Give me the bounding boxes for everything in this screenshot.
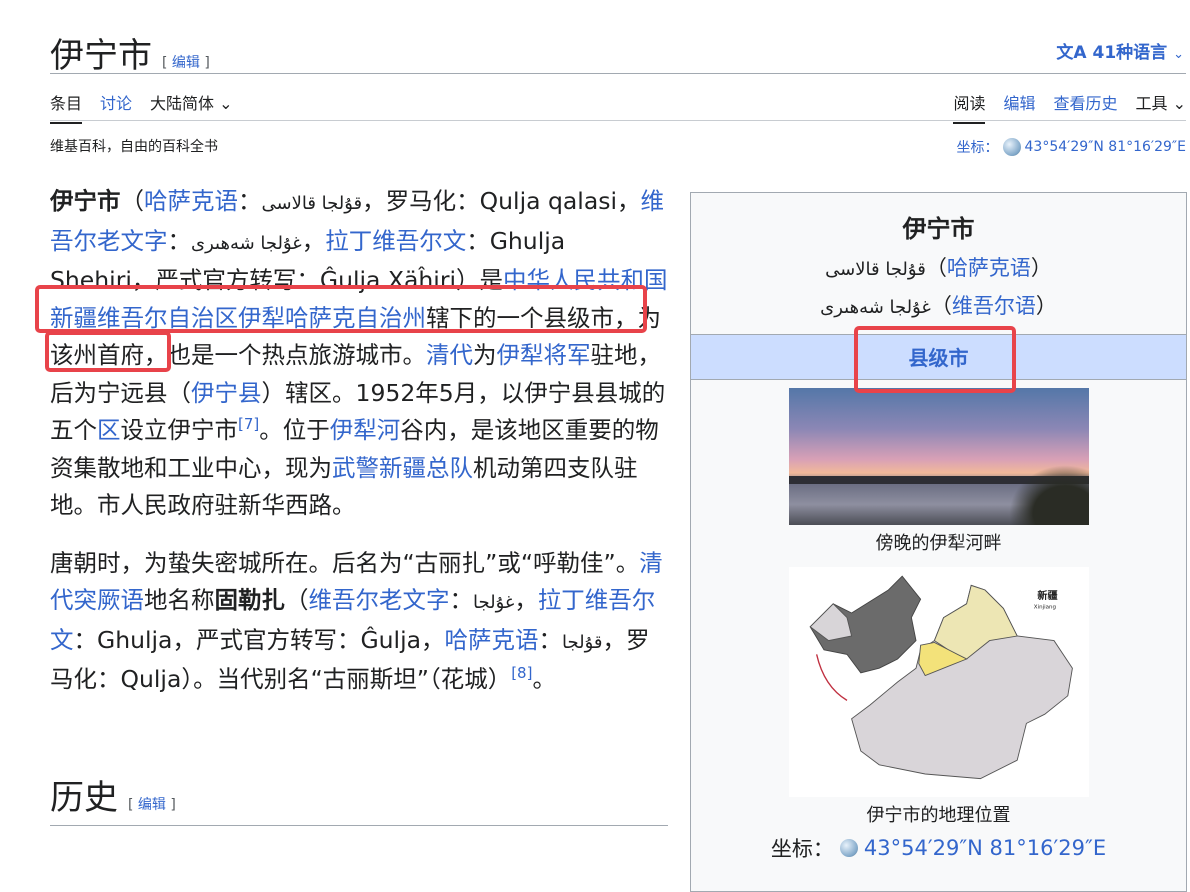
wiki-link[interactable]: 哈萨克语 — [144, 187, 238, 215]
reference-link[interactable]: [8] — [511, 664, 532, 682]
coordinates-link[interactable]: 坐标： 43°54′29″N 81°16′29″E — [957, 137, 1186, 157]
text: （ — [285, 586, 309, 614]
wiki-link[interactable]: 伊宁县 — [191, 379, 262, 407]
text: 设立伊宁市 — [120, 416, 239, 444]
infobox: 伊宁市 قۇلجا قالاسى（哈萨克语） غۇلجا شەھىرى（维吾尔语… — [690, 192, 1187, 892]
bold-text: 伊宁市 — [50, 187, 121, 215]
map-label-en: Xinjiang — [1033, 604, 1055, 610]
text: ， — [301, 226, 326, 255]
text: （ — [120, 187, 145, 215]
uyghur-link[interactable]: 维吾尔语 — [952, 294, 1036, 318]
variant-dropdown[interactable]: 大陆简体 ⌄ — [150, 90, 233, 124]
wiki-link[interactable]: 哈萨克语 — [445, 626, 539, 654]
tagline: 维基百科，自由的百科全书 — [50, 139, 218, 155]
kazakh-link[interactable]: 哈萨克语 — [947, 256, 1031, 280]
arabic-script-text: قۇلجا — [562, 631, 603, 653]
wiki-link[interactable]: 区 — [97, 416, 121, 444]
arabic-script-text: قۇلجا قالاسى — [261, 193, 363, 214]
name-paragraph: 唐朝时，为蛰失密城所在。后名为“古丽扎”或“呼勒佳”。清代突厥语地名称固勒扎（维… — [50, 545, 670, 699]
arabic-script-text: غۇلجا شەھىرى — [191, 232, 302, 254]
tab-talk[interactable]: 讨论 — [100, 90, 132, 124]
tab-article[interactable]: 条目 — [50, 90, 83, 124]
photo-caption: 傍晚的伊犁河畔 — [875, 533, 1002, 554]
reference-link[interactable]: [7] — [238, 415, 259, 433]
article-body: 伊宁市（哈萨克语：قۇلجا قالاسى，罗马化：Qulja qalasi，维… — [50, 183, 670, 719]
text: ： — [538, 625, 563, 654]
infobox-coordinates: 坐标： 43°54′29″N 81°16′29″E — [770, 836, 1107, 861]
infobox-kazakh-name: قۇلجا قالاسى（哈萨克语） — [825, 256, 1052, 280]
text: 。 — [532, 665, 556, 693]
tab-history[interactable]: 查看历史 — [1053, 90, 1117, 124]
text: ， — [514, 586, 538, 614]
chevron-down-icon: ⌄ — [1172, 94, 1186, 113]
map-caption: 伊宁市的地理位置 — [866, 805, 1011, 826]
wiki-link[interactable]: 维吾尔老文字 — [309, 586, 450, 614]
infobox-uyghur-name: غۇلجا شەھىرى（维吾尔语） — [820, 294, 1057, 318]
text: 地名称 — [144, 586, 215, 614]
text: 唐朝时，为蛰失密城所在。后名为“古丽扎”或“呼勒佳”。 — [50, 548, 640, 577]
globe-icon — [839, 839, 858, 857]
text: ： — [167, 226, 192, 255]
wiki-link[interactable]: 清代 — [426, 341, 473, 369]
tab-edit[interactable]: 编辑 — [1003, 90, 1035, 124]
tools-dropdown[interactable]: 工具 ⌄ — [1135, 90, 1186, 124]
wiki-link[interactable]: 拉丁维吾尔文 — [325, 227, 466, 255]
chevron-down-icon: ⌄ — [219, 94, 233, 113]
divider — [50, 73, 1186, 74]
section-heading-history: 历史[ 编辑 ] — [50, 778, 176, 818]
text: 。位于 — [259, 416, 330, 444]
text: ：Ghulja，严式官方转写：Ĝulja， — [73, 625, 445, 654]
wiki-link[interactable]: 伊犁河 — [330, 416, 401, 444]
tab-read[interactable]: 阅读 — [953, 90, 986, 124]
edit-title-link[interactable]: 编辑 — [172, 55, 200, 71]
edit-section-link[interactable]: 编辑 — [138, 797, 166, 813]
translate-icon: 文A — [1056, 43, 1087, 63]
divider — [50, 825, 668, 826]
namespace-tabs: 条目 讨论 大陆简体 ⌄ — [50, 90, 233, 124]
divider — [50, 120, 1186, 121]
text: ，罗马化：Qulja qalasi， — [362, 187, 641, 215]
bold-text: 固勒扎 — [214, 586, 286, 614]
chevron-down-icon: ⌄ — [1173, 47, 1184, 62]
map-label: 新疆 — [1037, 589, 1057, 602]
wiki-link[interactable]: 伊犁将军 — [497, 341, 591, 369]
infobox-type-header: 县级市 — [691, 334, 1186, 380]
text: ： — [238, 187, 262, 215]
lead-paragraph: 伊宁市（哈萨克语：قۇلجا قالاسى，罗马化：Qulja qalasi，维… — [50, 183, 670, 525]
globe-icon — [1002, 138, 1021, 156]
coordinates-link[interactable]: 43°54′29″N 81°16′29″E — [864, 836, 1106, 860]
text: ： — [449, 586, 474, 614]
county-city-link[interactable]: 县级市 — [909, 346, 969, 370]
infobox-title: 伊宁市 — [902, 215, 975, 243]
arabic-script-text: غۇلجا — [473, 592, 515, 613]
wiki-link[interactable]: 武警新疆总队 — [332, 454, 473, 482]
location-map[interactable]: 新疆 Xinjiang — [788, 567, 1089, 797]
page-title: 伊宁市[ 编辑 ] — [50, 36, 210, 76]
language-button[interactable]: 文A 41种语言 ⌄ — [1056, 38, 1184, 63]
ili-river-photo[interactable] — [788, 388, 1089, 525]
text: 为 — [473, 341, 497, 369]
view-tabs: 阅读 编辑 查看历史 工具 ⌄ — [953, 90, 1186, 124]
